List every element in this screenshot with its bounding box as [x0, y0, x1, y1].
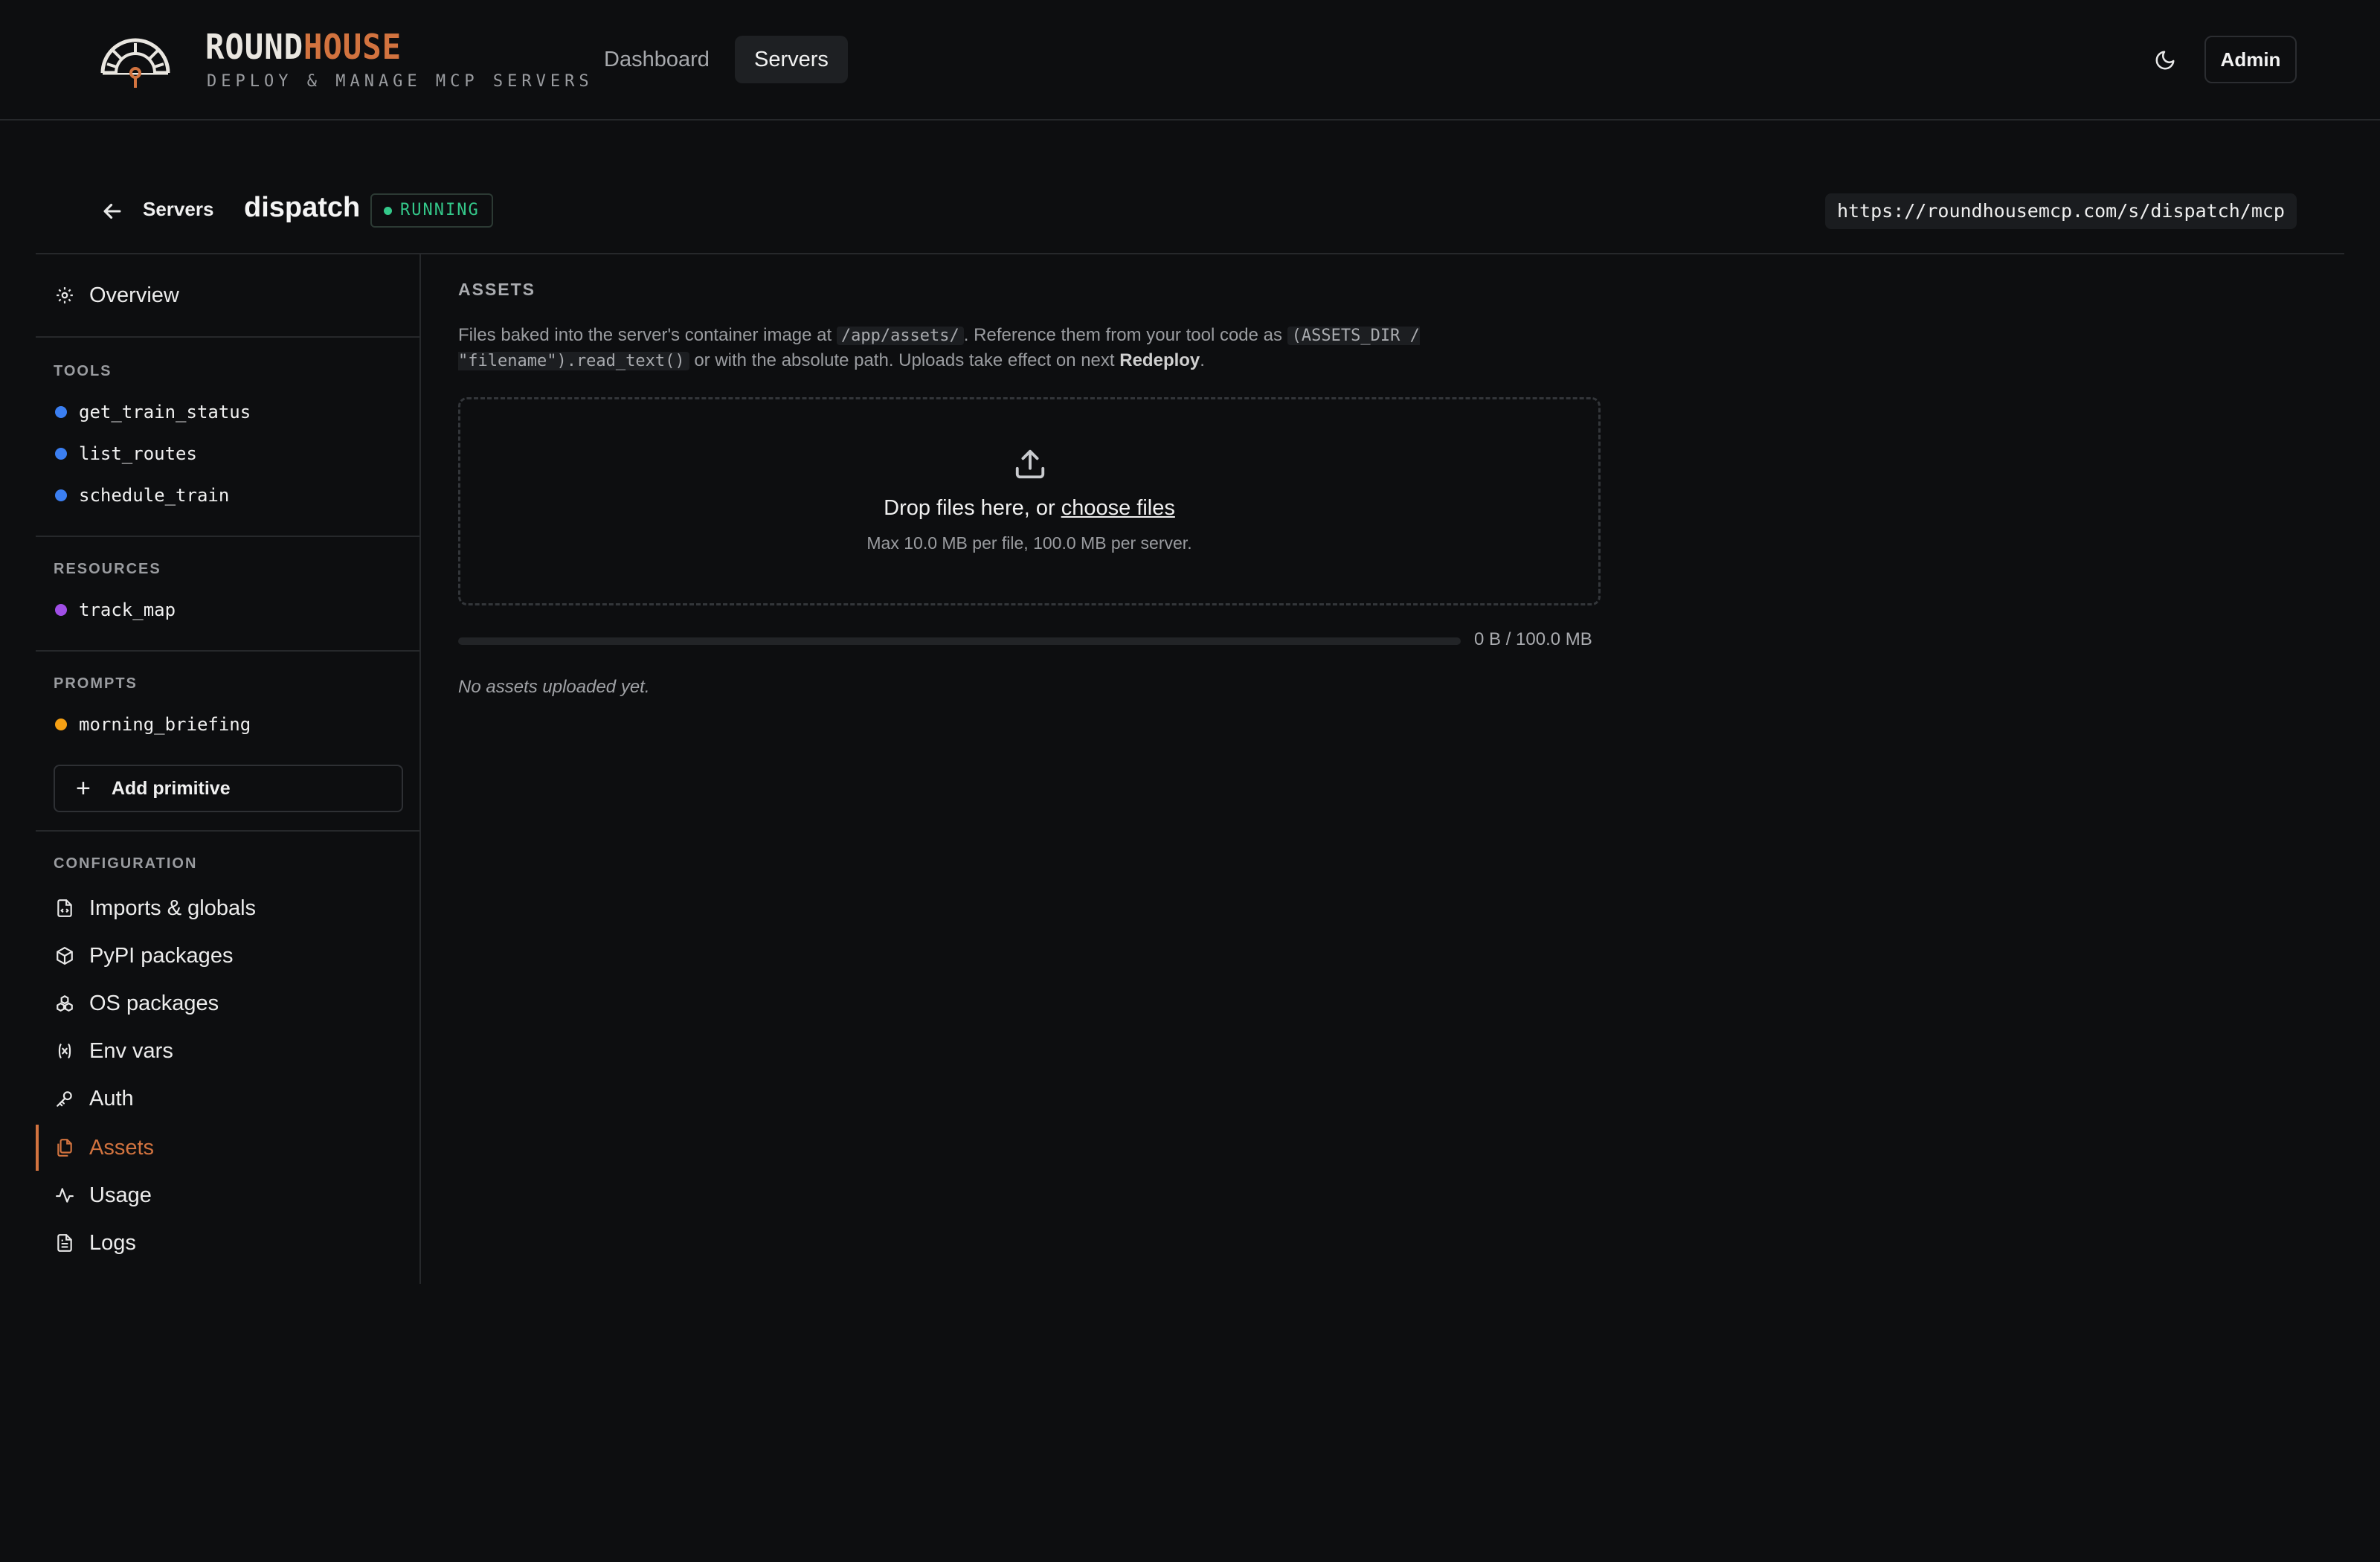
drop-text: Drop files here, or	[884, 496, 1055, 520]
gear-icon	[57, 287, 73, 303]
prompt-dot-icon	[55, 719, 67, 730]
brand-tagline: DEPLOY & MANAGE MCP SERVERS	[207, 72, 594, 91]
nav-dashboard[interactable]: Dashboard	[585, 36, 729, 83]
desc-text: or with the absolute path. Uploads take …	[694, 350, 1115, 370]
brand-part-house: HOUSE	[303, 27, 402, 67]
breadcrumb-servers[interactable]: Servers	[143, 198, 213, 221]
tool-dot-icon	[55, 489, 67, 501]
tool-item[interactable]: list_routes	[55, 439, 197, 469]
brand-part-round: ROUND	[205, 27, 304, 67]
resource-dot-icon	[55, 604, 67, 616]
roundhouse-logo-icon[interactable]	[98, 36, 173, 88]
package-icon	[57, 946, 73, 965]
sidebar-item-usage[interactable]: Usage	[54, 1177, 152, 1214]
sidebar-item-label: Assets	[89, 1135, 155, 1160]
section-label-configuration: CONFIGURATION	[54, 855, 198, 872]
sidebar-item-assets[interactable]: Assets	[54, 1129, 154, 1166]
sidebar-divider	[36, 650, 421, 652]
sidebar-item-pypi-packages[interactable]: PyPI packages	[54, 937, 233, 974]
sidebar-item-overview[interactable]: Overview	[54, 277, 179, 314]
resource-item[interactable]: track_map	[55, 595, 176, 625]
sidebar: Overview TOOLS get_train_status list_rou…	[36, 254, 421, 1284]
sidebar-divider	[36, 536, 421, 537]
sidebar-item-logs[interactable]: Logs	[54, 1224, 136, 1262]
desc-text: . Reference them from your tool code as	[963, 325, 1282, 345]
server-endpoint-url[interactable]: https://roundhousemcp.com/s/dispatch/mcp	[1824, 193, 2297, 229]
tool-label: list_routes	[79, 443, 197, 464]
sidebar-item-auth[interactable]: Auth	[54, 1080, 134, 1117]
dropzone-prompt: Drop files here, or choose files	[460, 496, 1598, 521]
tool-item[interactable]: schedule_train	[55, 481, 229, 510]
choose-files-link[interactable]: choose files	[1061, 496, 1175, 520]
section-label-tools: TOOLS	[54, 363, 112, 379]
desc-text: .	[1200, 350, 1205, 370]
active-indicator	[36, 1125, 39, 1171]
nav-servers[interactable]: Servers	[735, 36, 848, 83]
desc-text: Files baked into the server's container …	[458, 325, 832, 345]
assets-description: Files baked into the server's container …	[458, 323, 1514, 373]
section-label-resources: RESOURCES	[54, 561, 161, 577]
add-primitive-label: Add primitive	[111, 777, 231, 799]
back-arrow-icon[interactable]	[100, 199, 125, 224]
add-primitive-button[interactable]: + Add primitive	[54, 765, 403, 812]
plus-icon: +	[76, 774, 91, 803]
sidebar-item-label: Usage	[89, 1183, 152, 1207]
sidebar-item-label: Env vars	[89, 1038, 173, 1063]
resource-label: track_map	[79, 600, 176, 620]
sidebar-item-label: OS packages	[89, 991, 219, 1015]
variable-icon	[58, 1044, 71, 1058]
sidebar-item-env-vars[interactable]: Env vars	[54, 1032, 173, 1070]
sidebar-item-label: PyPI packages	[89, 943, 234, 968]
sidebar-item-imports-globals[interactable]: Imports & globals	[54, 890, 256, 927]
sidebar-divider	[36, 336, 421, 338]
tool-label: get_train_status	[79, 402, 251, 422]
prompt-label: morning_briefing	[79, 714, 251, 735]
tool-dot-icon	[55, 448, 67, 460]
prompt-item[interactable]: morning_briefing	[55, 710, 251, 739]
theme-toggle-button[interactable]	[2148, 43, 2182, 77]
server-name: dispatch	[244, 192, 361, 223]
activity-icon	[56, 1188, 74, 1203]
redeploy-emphasis: Redeploy	[1119, 350, 1200, 370]
tool-item[interactable]: get_train_status	[55, 397, 251, 427]
boxes-icon	[57, 995, 73, 1012]
sidebar-item-label: Overview	[89, 283, 179, 307]
tool-dot-icon	[55, 406, 67, 418]
section-label-prompts: PROMPTS	[54, 675, 138, 692]
tool-label: schedule_train	[79, 485, 230, 506]
file-dropzone[interactable]: Drop files here, or choose files Max 10.…	[458, 397, 1601, 605]
brand-wordmark[interactable]: ROUNDHOUSE	[205, 27, 402, 67]
file-text-icon	[57, 1234, 72, 1252]
sidebar-divider	[36, 830, 421, 832]
section-title-assets: ASSETS	[458, 280, 536, 299]
upload-limits: Max 10.0 MB per file, 100.0 MB per serve…	[866, 533, 1192, 553]
files-icon	[57, 1139, 72, 1157]
empty-assets-note: No assets uploaded yet.	[458, 677, 650, 697]
storage-quota-bar	[458, 637, 1461, 645]
sidebar-item-label: Auth	[89, 1086, 134, 1111]
admin-button[interactable]: Admin	[2204, 36, 2297, 83]
key-icon	[57, 1091, 72, 1107]
status-badge: RUNNING	[370, 193, 493, 228]
sidebar-item-label: Logs	[89, 1230, 136, 1255]
file-code-icon	[57, 899, 72, 917]
sidebar-item-label: Imports & globals	[89, 896, 257, 920]
storage-quota-text: 0 B / 100.0 MB	[1474, 629, 1592, 649]
upload-icon	[1015, 449, 1045, 479]
top-bar: ROUNDHOUSE DEPLOY & MANAGE MCP SERVERS D…	[0, 0, 2380, 120]
sidebar-item-os-packages[interactable]: OS packages	[54, 985, 219, 1022]
moon-icon	[2155, 51, 2175, 70]
assets-path-code: /app/assets/	[836, 327, 964, 345]
